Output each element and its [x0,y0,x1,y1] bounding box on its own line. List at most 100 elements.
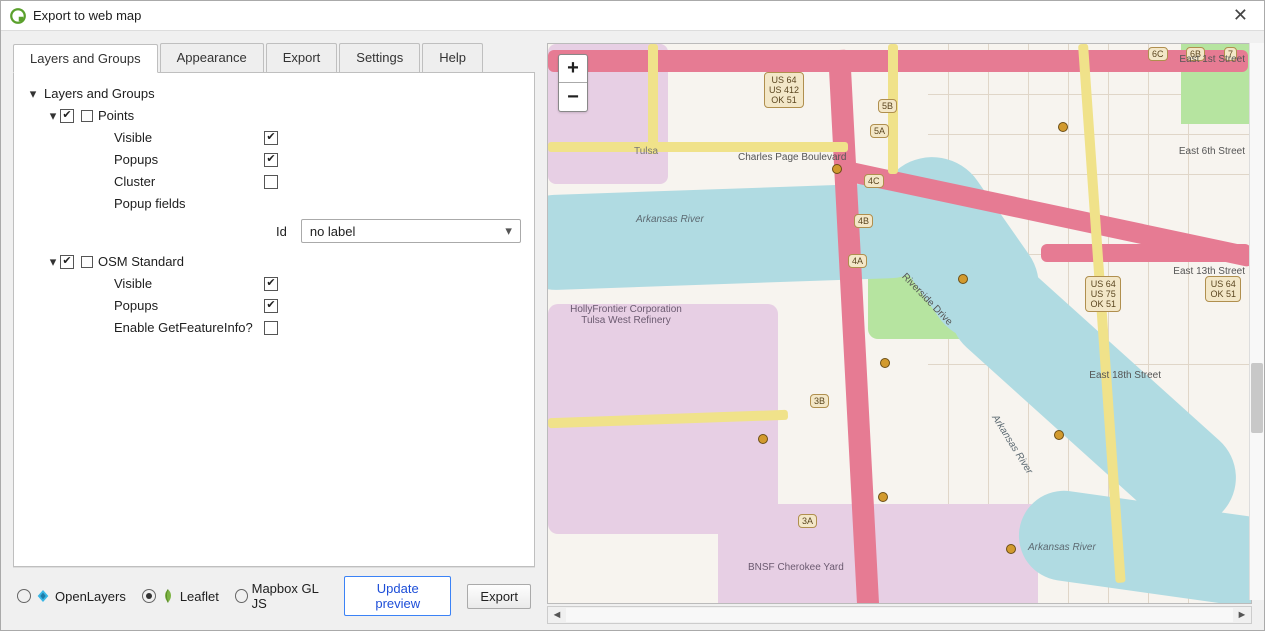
points-id-row: Id no label ▾ [26,219,522,243]
openlayers-icon [35,588,51,604]
label-hollyfrontier: HollyFrontier Corporation Tulsa West Ref… [566,304,686,326]
label-charles-page: Charles Page Boulevard [738,152,846,163]
points-cluster-label: Cluster [114,171,264,193]
data-point [1006,544,1016,554]
export-button[interactable]: Export [467,584,531,609]
exit-5b: 5B [878,99,897,113]
label-tulsa: Tulsa [634,146,658,157]
engine-leaflet[interactable]: Leaflet [142,588,219,604]
engine-mapbox[interactable]: Mapbox GL JS [235,581,328,611]
exit-4b: 4B [854,214,873,228]
exit-5a: 5A [870,124,889,138]
osm-popups-row: Popups [26,295,522,317]
points-cluster-checkbox[interactable] [264,175,278,189]
dialog-content: Layers and Groups Appearance Export Sett… [1,31,1264,630]
scroll-track[interactable] [566,608,1233,622]
scroll-thumb[interactable] [1251,363,1263,433]
label-e18th: East 18th Street [1089,370,1161,381]
tab-layers-and-groups[interactable]: Layers and Groups [13,44,158,73]
points-visible-row: Visible [26,127,522,149]
points-cluster-row: Cluster [26,171,522,193]
radio-leaflet[interactable] [142,589,156,603]
points-id-label: Id [206,224,287,239]
caret-down-icon[interactable]: ▾ [46,255,60,269]
label-arkansas-river-3: Arkansas River [1028,542,1096,553]
data-point [1058,122,1068,132]
zoom-control: + − [558,54,588,112]
update-preview-button[interactable]: Update preview [344,576,451,616]
engine-openlayers-label: OpenLayers [55,589,126,604]
engine-mapbox-label: Mapbox GL JS [252,581,328,611]
zoom-out-button[interactable]: − [559,83,587,111]
points-popup-fields-row: Popup fields [26,193,522,215]
data-point [758,434,768,444]
points-visible-label: Visible [114,127,264,149]
layer-points-label: Points [98,105,134,127]
osm-visible-row: Visible [26,273,522,295]
osm-visible-label: Visible [114,273,264,295]
layer-points-row[interactable]: ▾ Points [26,105,522,127]
layer-osm-row[interactable]: ▾ OSM Standard [26,251,522,273]
exit-3b: 3B [810,394,829,408]
caret-down-icon[interactable]: ▾ [46,109,60,123]
points-visible-checkbox[interactable] [264,131,278,145]
data-point [1054,430,1064,440]
osm-popups-label: Popups [114,295,264,317]
radio-mapbox[interactable] [235,589,248,603]
tab-export[interactable]: Export [266,43,338,72]
tree-root-label: Layers and Groups [44,83,155,105]
points-popups-label: Popups [114,149,264,171]
route-shield-2: US 64 US 75 OK 51 [1085,276,1121,312]
exit-4c: 4C [864,174,884,188]
osm-gfi-label: Enable GetFeatureInfo? [114,317,264,339]
chevron-down-icon: ▾ [505,223,512,239]
tab-appearance[interactable]: Appearance [160,43,264,72]
engine-leaflet-label: Leaflet [180,589,219,604]
point-symbol-icon [81,110,93,122]
layers-tree-panel: ▾ Layers and Groups ▾ Points Visible Pop… [13,73,535,567]
engine-openlayers[interactable]: OpenLayers [17,588,126,604]
qgis-icon [9,7,27,25]
exit-4a: 4A [848,254,867,268]
tab-settings[interactable]: Settings [339,43,420,72]
scroll-left-icon[interactable]: ◄ [548,609,566,621]
data-point [880,358,890,368]
points-id-value: no label [310,224,356,239]
points-popup-fields-label: Popup fields [114,193,264,215]
titlebar: Export to web map ✕ [1,1,1264,31]
layer-points-checkbox[interactable] [60,109,74,123]
leaflet-icon [160,588,176,604]
osm-gfi-checkbox[interactable] [264,321,278,335]
tab-help[interactable]: Help [422,43,483,72]
osm-gfi-row: Enable GetFeatureInfo? [26,317,522,339]
radio-openlayers[interactable] [17,589,31,603]
horizontal-scrollbar[interactable]: ◄ ► [547,606,1252,624]
points-popups-checkbox[interactable] [264,153,278,167]
label-bnsf: BNSF Cherokee Yard [748,562,844,573]
vertical-scrollbar[interactable] [1249,43,1264,600]
route-shield-1: US 64 US 412 OK 51 [764,72,804,108]
osm-visible-checkbox[interactable] [264,277,278,291]
raster-symbol-icon [81,256,93,268]
data-point [832,164,842,174]
close-icon[interactable]: ✕ [1227,5,1254,26]
osm-popups-checkbox[interactable] [264,299,278,313]
label-e13th: East 13th Street [1173,266,1245,277]
exit-6c: 6C [1148,47,1168,61]
points-id-dropdown[interactable]: no label ▾ [301,219,521,243]
map-preview[interactable]: US 64 US 412 OK 51 US 64 US 75 OK 51 US … [547,43,1252,604]
tab-bar: Layers and Groups Appearance Export Sett… [13,43,535,73]
tree-root[interactable]: ▾ Layers and Groups [26,83,522,105]
data-point [878,492,888,502]
window-title: Export to web map [33,8,1227,23]
layer-osm-checkbox[interactable] [60,255,74,269]
zoom-in-button[interactable]: + [559,55,587,83]
scroll-right-icon[interactable]: ► [1233,609,1251,621]
engine-bar: OpenLayers Leaflet Mapbox GL JS Update p… [13,567,535,624]
data-point [958,274,968,284]
preview-panel: US 64 US 412 OK 51 US 64 US 75 OK 51 US … [541,31,1264,630]
label-e1st: East 1st Street [1179,54,1245,65]
caret-down-icon[interactable]: ▾ [26,87,40,101]
route-shield-3: US 64 OK 51 [1205,276,1241,302]
exit-3a: 3A [798,514,817,528]
